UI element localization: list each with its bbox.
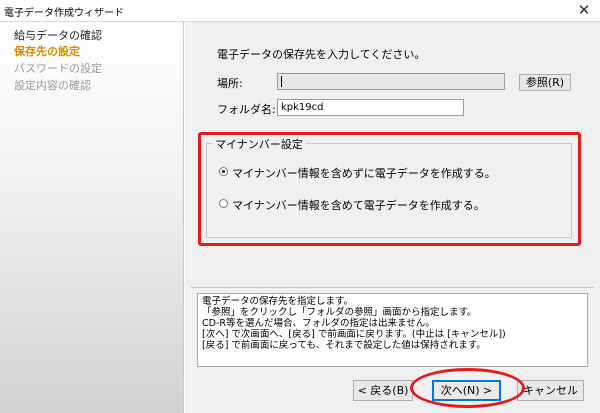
location-label: 場所: bbox=[217, 77, 243, 90]
help-line: 電子データの保存先を指定します。 bbox=[202, 296, 354, 307]
help-line: [戻る] で前画面に戻っても、それまで設定した値は保持されます。 bbox=[202, 340, 486, 351]
step-save-location: 保存先の設定 bbox=[14, 45, 80, 58]
folder-name-label: フォルダ名: bbox=[217, 103, 276, 116]
location-input[interactable] bbox=[277, 73, 505, 90]
close-icon[interactable]: ✕ bbox=[574, 1, 594, 21]
step-confirm-settings: 設定内容の確認 bbox=[14, 79, 91, 92]
folder-name-input[interactable]: kpk19cd bbox=[277, 99, 464, 116]
panel-separator bbox=[191, 287, 594, 288]
main-panel: 電子データの保存先を入力してください。 場所: 参照(R) フォルダ名: kpk… bbox=[185, 22, 600, 413]
highlight-box-mynumber bbox=[198, 132, 581, 246]
help-line: [次へ] で次画面へ、[戻る] で前画面に戻ります。(中止は [キャンセル]) bbox=[202, 329, 506, 340]
back-button[interactable]: < 戻る(B) bbox=[353, 380, 413, 401]
browse-button[interactable]: 参照(R) bbox=[519, 74, 571, 91]
window-title: 電子データ作成ウィザード bbox=[4, 8, 124, 19]
step-payroll-check: 給与データの確認 bbox=[14, 29, 102, 42]
help-text-box: 電子データの保存先を指定します。 「参照」をクリックし「フォルダの参照」画面から… bbox=[197, 293, 588, 367]
highlight-ellipse-next bbox=[410, 368, 525, 408]
step-password: パスワードの設定 bbox=[14, 62, 102, 75]
text-caret bbox=[281, 76, 282, 87]
wizard-step-sidebar: 給与データの確認 保存先の設定 パスワードの設定 設定内容の確認 bbox=[0, 22, 184, 413]
title-bar: 電子データ作成ウィザード ✕ bbox=[0, 0, 600, 22]
instruction-text: 電子データの保存先を入力してください。 bbox=[217, 48, 426, 61]
help-line: 「参照」をクリックし「フォルダの参照」画面から指定します。 bbox=[202, 307, 477, 318]
cancel-button[interactable]: キャンセル bbox=[517, 380, 584, 401]
help-line: CD-R等を選んだ場合、フォルダの指定は出来ません。 bbox=[202, 318, 435, 329]
